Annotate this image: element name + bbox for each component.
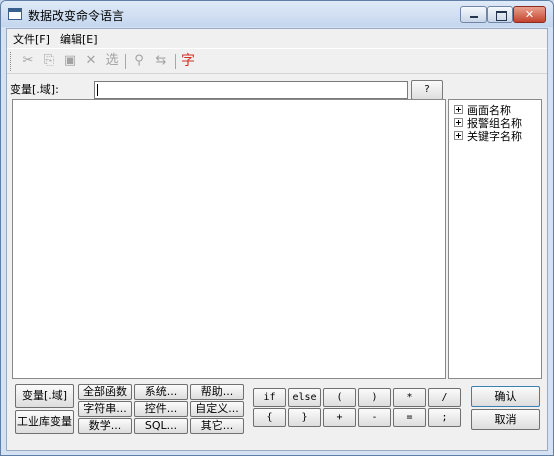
toolbar-separator — [175, 54, 176, 69]
insert-db-variable-button[interactable]: 工业库变量 — [15, 410, 74, 434]
menu-file[interactable]: 文件[F] — [13, 31, 50, 47]
toolbar: ✂ ⎘ ▣ ✕ 选 ⚲ ⇆ 字 — [7, 48, 547, 74]
insert-variable-field-button[interactable]: 变量[.域] — [15, 384, 74, 408]
dialog-body: 文件[F] 编辑[E] ✂ ⎘ ▣ ✕ 选 ⚲ ⇆ 字 变量[.域]: ? 画面 — [6, 28, 548, 451]
op-rbrace-button[interactable]: } — [288, 408, 321, 427]
op-else-button[interactable]: else — [288, 388, 321, 407]
ok-button[interactable]: 确认 — [471, 386, 540, 407]
select-all-icon[interactable]: 选 — [103, 52, 121, 70]
variable-label: 变量[.域]: — [10, 83, 59, 96]
text-caret — [97, 84, 98, 96]
string-functions-button[interactable]: 字符串... — [78, 401, 132, 417]
close-icon: ✕ — [524, 8, 535, 21]
op-rparen-button[interactable]: ) — [358, 388, 391, 407]
cancel-button[interactable]: 取消 — [471, 409, 540, 430]
maximize-button[interactable] — [487, 6, 513, 23]
toolbar-grip[interactable] — [10, 52, 13, 71]
custom-functions-button[interactable]: 自定义... — [190, 401, 244, 417]
script-editor[interactable] — [12, 99, 446, 379]
op-semicolon-button[interactable]: ; — [428, 408, 461, 427]
menu-edit[interactable]: 编辑[E] — [60, 31, 98, 47]
command-language-window: 数据改变命令语言 ✕ 文件[F] 编辑[E] ✂ ⎘ ▣ ✕ 选 ⚲ ⇆ 字 变… — [0, 0, 554, 456]
other-functions-button[interactable]: 其它... — [190, 418, 244, 434]
op-divide-button[interactable]: / — [428, 388, 461, 407]
cut-icon[interactable]: ✂ — [19, 52, 37, 70]
copy-icon[interactable]: ⎘ — [40, 52, 58, 70]
font-char-icon[interactable]: 字 — [181, 52, 195, 70]
op-plus-button[interactable]: + — [323, 408, 356, 427]
op-lbrace-button[interactable]: { — [253, 408, 286, 427]
expand-icon[interactable] — [454, 105, 463, 114]
tree-item-label: 关键字名称 — [467, 130, 522, 143]
toolbar-separator — [125, 54, 126, 69]
op-lparen-button[interactable]: ( — [323, 388, 356, 407]
find-icon[interactable]: ⚲ — [130, 52, 148, 70]
expand-icon[interactable] — [454, 131, 463, 140]
system-functions-button[interactable]: 系统... — [134, 384, 188, 400]
close-button[interactable]: ✕ — [513, 6, 546, 23]
minimize-button[interactable] — [460, 6, 487, 23]
variable-input[interactable] — [94, 81, 408, 99]
op-if-button[interactable]: if — [253, 388, 286, 407]
help-button[interactable]: 帮助... — [190, 384, 244, 400]
title-bar[interactable]: 数据改变命令语言 ✕ — [1, 1, 553, 27]
all-functions-button[interactable]: 全部函数 — [78, 384, 132, 400]
op-multiply-button[interactable]: * — [393, 388, 426, 407]
menu-bar: 文件[F] 编辑[E] — [7, 29, 547, 47]
name-tree: 画面名称 报警组名称 关键字名称 — [448, 99, 542, 379]
op-minus-button[interactable]: - — [358, 408, 391, 427]
replace-icon[interactable]: ⇆ — [152, 52, 170, 70]
delete-icon[interactable]: ✕ — [82, 52, 100, 70]
op-equals-button[interactable]: = — [393, 408, 426, 427]
browse-variable-button[interactable]: ? — [411, 80, 443, 100]
math-functions-button[interactable]: 数学... — [78, 418, 132, 434]
expand-icon[interactable] — [454, 118, 463, 127]
paste-icon[interactable]: ▣ — [61, 52, 79, 70]
control-functions-button[interactable]: 控件... — [134, 401, 188, 417]
sql-functions-button[interactable]: SQL... — [134, 418, 188, 434]
app-icon — [8, 8, 22, 20]
window-title: 数据改变命令语言 — [28, 9, 125, 23]
